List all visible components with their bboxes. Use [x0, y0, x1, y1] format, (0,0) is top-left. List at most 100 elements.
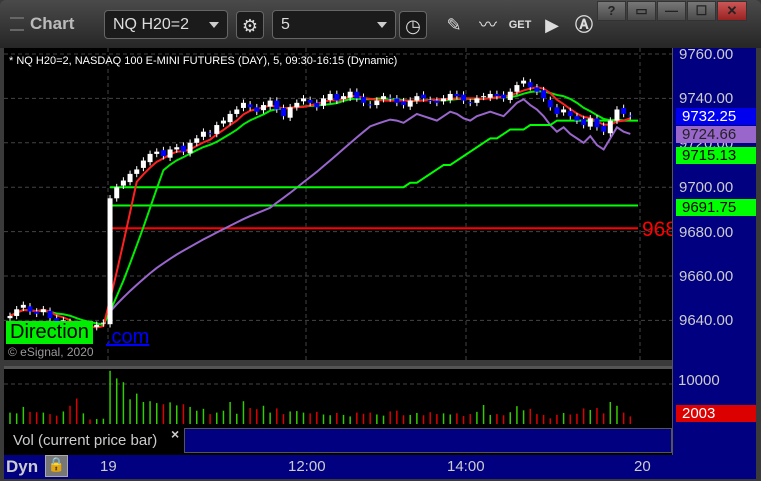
green-level-tag: 9691.75: [676, 199, 756, 216]
interval-dropdown[interactable]: 5: [272, 10, 396, 39]
candle-body: [47, 310, 53, 319]
title-bar: Chart NQ H20=2 ⚙ 5 ◷ ✎ 〰 GET ▶ Ⓐ ? ▭ — ☐…: [0, 0, 761, 48]
drag-grip-icon[interactable]: [10, 17, 24, 31]
volume-panel-blue: [184, 428, 672, 453]
study-icon[interactable]: 〰: [474, 11, 502, 39]
price-tick: 9740.00: [679, 90, 734, 108]
candle-body: [7, 315, 13, 319]
candle-body: [427, 99, 433, 101]
get-icon[interactable]: GET: [506, 11, 534, 39]
candle-body: [607, 120, 613, 134]
window-title: Chart: [30, 14, 75, 33]
time-axis[interactable]: Dyn 🔒 19 12:00 14:00 20: [4, 455, 756, 479]
candle-body: [581, 119, 587, 126]
candle-body: [507, 91, 513, 100]
candle-body: [494, 93, 500, 97]
play-icon[interactable]: ▶: [538, 11, 566, 39]
candle-body: [501, 94, 507, 99]
time-label: 12:00: [288, 458, 326, 475]
candle-body: [521, 80, 527, 84]
candle-body: [167, 149, 173, 158]
candle-body: [454, 93, 460, 97]
candle-body: [107, 198, 113, 325]
candle-body: [174, 147, 180, 150]
close-button[interactable]: ✕: [717, 1, 747, 21]
candle-body: [40, 309, 46, 313]
volume-tag: 2003: [676, 405, 756, 422]
candle-body: [247, 104, 253, 108]
symbol-dropdown[interactable]: NQ H20=2: [104, 10, 228, 39]
minimize-button[interactable]: —: [657, 1, 686, 21]
candle-body: [154, 151, 160, 154]
candle-body: [421, 94, 427, 99]
candle-body: [20, 304, 26, 308]
candle-body: [614, 109, 620, 121]
candle-body: [220, 120, 226, 124]
candle-body: [561, 109, 567, 113]
candle-body: [347, 91, 353, 98]
candle-body: [147, 153, 153, 163]
candle-body: [541, 90, 547, 99]
restore-button[interactable]: ▭: [627, 1, 656, 21]
candle-body: [260, 105, 266, 111]
maximize-button[interactable]: ☐: [687, 1, 716, 21]
candle-body: [187, 142, 193, 154]
candle-body: [100, 322, 106, 324]
price-plot[interactable]: * NQ H20=2, NASDAQ 100 E-MINI FUTURES (D…: [4, 48, 677, 360]
candle-body: [434, 100, 440, 103]
candle-body: [381, 96, 387, 100]
candle-body: [487, 93, 493, 98]
green-ma-line: [9, 90, 631, 326]
candle-body: [461, 94, 467, 101]
candle-body: [547, 99, 553, 108]
volume-pane[interactable]: [4, 366, 672, 428]
candle-body: [514, 85, 520, 92]
purple-ma-tag: 9724.66: [676, 126, 756, 143]
candle-body: [14, 309, 20, 316]
alert-icon[interactable]: Ⓐ: [570, 11, 598, 39]
candle-body: [114, 187, 120, 199]
candle-body: [407, 100, 413, 107]
candle-body: [300, 98, 306, 102]
candle-body: [120, 180, 126, 186]
volume-tick: 10000: [678, 372, 720, 389]
candle-body: [441, 98, 447, 102]
price-tick: 9760.00: [679, 46, 734, 63]
green-ma-tag: 9715.13: [676, 147, 756, 164]
time-label: 20: [634, 458, 651, 475]
help-button[interactable]: ?: [597, 1, 626, 21]
candle-body: [280, 107, 286, 117]
candle-body: [207, 133, 213, 135]
candle-body: [374, 100, 380, 106]
candle-body: [94, 324, 100, 328]
time-label: 19: [100, 458, 117, 475]
chevron-down-icon: [377, 22, 387, 28]
pencil-icon[interactable]: ✎: [440, 11, 468, 39]
candle-body: [287, 107, 293, 118]
candle-body: [267, 100, 273, 107]
candle-body: [254, 107, 260, 112]
candle-body: [401, 101, 407, 106]
candle-body: [567, 111, 573, 117]
candle-body: [447, 93, 453, 100]
candle-body: [27, 306, 33, 312]
lock-icon[interactable]: 🔒: [45, 455, 68, 477]
candle-body: [394, 98, 400, 103]
price-tick: 9700.00: [679, 179, 734, 197]
candle-body: [314, 102, 320, 108]
gear-icon[interactable]: ⚙: [236, 11, 264, 39]
candle-body: [387, 97, 393, 99]
price-tick: 9660.00: [679, 268, 734, 285]
last-price-tag: 9732.25: [676, 108, 756, 125]
candle-body: [574, 116, 580, 121]
watermark-suffix: .com: [106, 326, 150, 348]
candle-body: [414, 96, 420, 101]
price-tick: 9640.00: [679, 312, 734, 330]
candle-body: [194, 138, 200, 143]
candle-body: [127, 173, 133, 183]
close-study-button[interactable]: ×: [171, 426, 179, 442]
clock-icon[interactable]: ◷: [399, 11, 427, 39]
candle-body: [34, 311, 40, 314]
candle-body: [467, 102, 473, 104]
interval-value: 5: [281, 16, 290, 33]
